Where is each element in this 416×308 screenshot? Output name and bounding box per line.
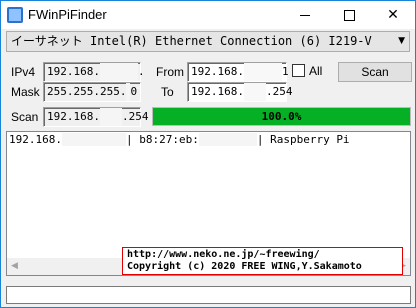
to-label: To bbox=[161, 85, 174, 99]
ipv4-prefix: 192.168. bbox=[47, 65, 100, 78]
result-device: | Raspberry Pi bbox=[256, 133, 350, 146]
scan-suffix: .254 bbox=[121, 110, 149, 123]
from-prefix: 192.168. bbox=[191, 65, 244, 78]
result-mac: | b8:27:eb: bbox=[125, 133, 199, 146]
from-label: From bbox=[156, 65, 184, 79]
adapter-select-value: イーサネット Intel(R) Ethernet Connection (6) … bbox=[11, 34, 372, 48]
credits-box: http://www.neko.ne.jp/~freewing/ Copyrig… bbox=[122, 247, 403, 275]
to-suffix: .254 bbox=[265, 85, 293, 98]
scan-label: Scan bbox=[11, 110, 39, 124]
app-window: FWinPiFinder ✕ イーサネット Intel(R) Ethernet … bbox=[0, 0, 416, 308]
minimize-button[interactable] bbox=[283, 1, 327, 29]
mask-label: Mask bbox=[11, 85, 40, 99]
to-prefix: 192.168. bbox=[191, 85, 244, 98]
app-icon bbox=[7, 7, 23, 23]
mask-suffix: 0 bbox=[130, 85, 138, 98]
to-input[interactable]: 192.168.x.254 bbox=[187, 82, 292, 102]
maximize-button[interactable] bbox=[327, 1, 371, 29]
scan-prefix: 192.168. bbox=[47, 110, 100, 123]
mask-prefix: 255.255.255. bbox=[47, 85, 127, 98]
ipv4-field: 192.168.x. bbox=[43, 62, 145, 82]
ipv4-suffix: . bbox=[137, 65, 145, 78]
adapter-select[interactable]: イーサネット Intel(R) Ethernet Connection (6) … bbox=[6, 31, 410, 52]
chevron-down-icon[interactable]: ▼ bbox=[398, 32, 405, 51]
from-input[interactable]: 192.168.x1 bbox=[187, 62, 289, 82]
all-checkbox[interactable] bbox=[292, 64, 305, 77]
credits-copyright: Copyright (c) 2020 FREE WING,Y.Sakamoto bbox=[127, 261, 362, 272]
from-suffix: 1 bbox=[281, 65, 289, 78]
close-button[interactable]: ✕ bbox=[371, 1, 415, 29]
status-field[interactable] bbox=[6, 286, 411, 304]
title-bar[interactable]: FWinPiFinder ✕ bbox=[1, 1, 415, 29]
scan-button[interactable]: Scan bbox=[338, 62, 412, 82]
credits-url: http://www.neko.ne.jp/~freewing/ bbox=[127, 249, 320, 260]
scan-range-field: 192.168.x.254 bbox=[43, 107, 148, 127]
ipv4-label: IPv4 bbox=[11, 65, 36, 79]
minimize-icon bbox=[300, 14, 310, 16]
list-item[interactable]: 192.168.x| b8:27:eb:x| Raspberry Pi bbox=[9, 133, 350, 146]
maximize-icon bbox=[343, 9, 355, 21]
result-ip: 192.168. bbox=[9, 133, 62, 146]
scroll-left-icon[interactable]: ◀ bbox=[11, 261, 18, 271]
progress-text: 100.0% bbox=[261, 110, 302, 123]
window-title: FWinPiFinder bbox=[28, 7, 107, 22]
mask-field: 255.255.255.x0 bbox=[43, 82, 141, 102]
all-label[interactable]: All bbox=[309, 64, 322, 78]
close-icon: ✕ bbox=[387, 7, 399, 23]
scan-progress-bar: 100.0% bbox=[152, 107, 411, 126]
